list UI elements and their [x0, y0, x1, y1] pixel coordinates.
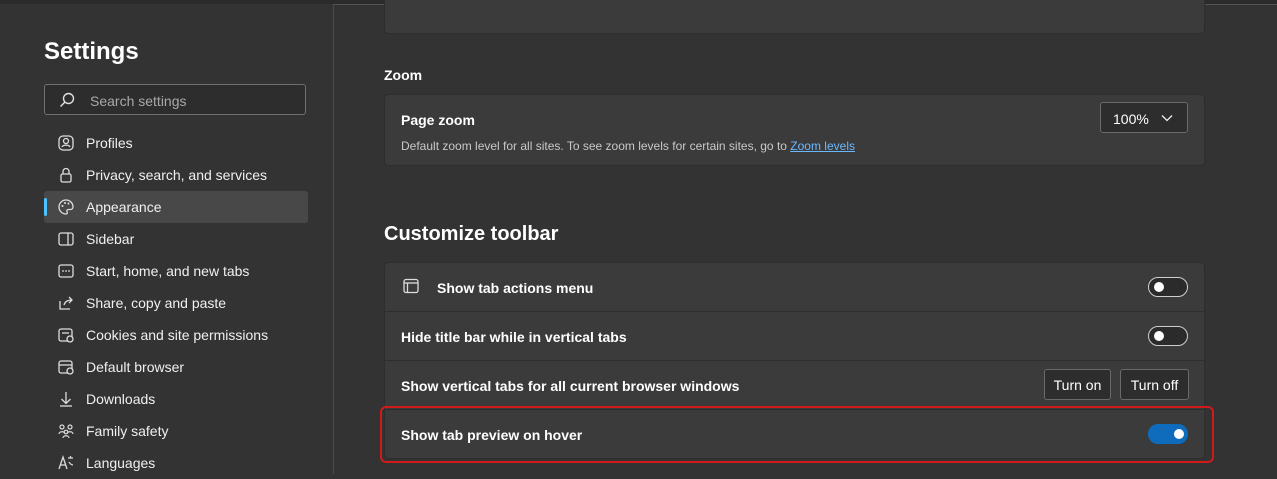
tab-actions-toggle[interactable]: [1148, 277, 1188, 297]
tab-actions-icon: [403, 278, 419, 294]
sidebar-item-default-browser[interactable]: Default browser: [44, 351, 308, 383]
languages-icon: [58, 454, 74, 470]
sidebar-item-family-safety[interactable]: Family safety: [44, 415, 308, 447]
family-icon: [58, 424, 74, 439]
zoom-section-label: Zoom: [384, 67, 423, 83]
sidebar-item-label: Default browser: [86, 359, 185, 375]
turn-on-button[interactable]: Turn on: [1044, 369, 1111, 400]
browser-icon: [58, 360, 74, 375]
sidebar-item-share[interactable]: Share, copy and paste: [44, 287, 308, 319]
sidebar-item-sidebar[interactable]: Sidebar: [44, 223, 308, 255]
hide-title-bar-toggle[interactable]: [1148, 326, 1188, 346]
sidebar-item-label: Downloads: [86, 391, 156, 407]
lock-icon: [60, 167, 72, 183]
cookies-icon: [58, 328, 74, 343]
sidebar-item-privacy[interactable]: Privacy, search, and services: [44, 159, 308, 191]
chevron-down-icon: [1161, 115, 1173, 122]
customize-toolbar-title: Customize toolbar: [384, 223, 559, 245]
hide-title-bar-label: Hide title bar while in vertical tabs: [401, 329, 627, 345]
sidebar-item-label: Start, home, and new tabs: [86, 263, 250, 279]
search-input[interactable]: Search settings: [44, 84, 306, 115]
settings-main: Zoom Page zoom Default zoom level for al…: [334, 0, 1277, 474]
tab-actions-label: Show tab actions menu: [437, 280, 594, 296]
settings-nav: Profiles Privacy, search, and services A…: [44, 127, 308, 479]
palette-icon: [58, 199, 74, 215]
sidebar-item-cookies[interactable]: Cookies and site permissions: [44, 319, 308, 351]
home-tabs-icon: [58, 264, 74, 278]
zoom-levels-link[interactable]: Zoom levels: [790, 139, 855, 153]
download-icon: [60, 392, 72, 407]
previous-card-edge: [384, 0, 1205, 34]
sidebar-item-languages[interactable]: Languages: [44, 447, 308, 479]
sidebar-item-label: Family safety: [86, 423, 169, 439]
sidebar-item-label: Cookies and site permissions: [86, 327, 269, 343]
profile-icon: [58, 135, 74, 151]
sidebar-item-label: Appearance: [86, 199, 162, 215]
sidebar-item-label: Share, copy and paste: [86, 295, 227, 311]
toggle-knob: [1154, 331, 1164, 341]
row-divider: [385, 311, 1204, 312]
toggle-knob: [1154, 282, 1164, 292]
zoom-level-value: 100%: [1113, 111, 1149, 127]
page-zoom-card: Page zoom Default zoom level for all sit…: [384, 94, 1205, 166]
turn-off-button[interactable]: Turn off: [1120, 369, 1189, 400]
sidebar-item-label: Languages: [86, 455, 156, 471]
sidebar-item-downloads[interactable]: Downloads: [44, 383, 308, 415]
zoom-level-dropdown[interactable]: 100%: [1100, 102, 1188, 133]
red-highlight-box: [380, 406, 1214, 463]
sidebar-item-start-home[interactable]: Start, home, and new tabs: [44, 255, 308, 287]
vertical-tabs-label: Show vertical tabs for all current brows…: [401, 378, 740, 394]
sidebar-item-label: Profiles: [86, 135, 133, 151]
search-icon: [60, 92, 75, 107]
settings-title: Settings: [44, 38, 139, 65]
sidebar-item-profiles[interactable]: Profiles: [44, 127, 308, 159]
sidebar-item-label: Privacy, search, and services: [86, 167, 268, 183]
share-icon: [59, 296, 73, 310]
sidebar-item-appearance[interactable]: Appearance: [44, 191, 308, 223]
settings-sidebar: Settings Search settings Profiles Privac…: [0, 4, 334, 474]
sidebar-icon: [58, 232, 74, 246]
search-placeholder: Search settings: [90, 93, 187, 109]
page-zoom-description: Default zoom level for all sites. To see…: [401, 139, 855, 153]
sidebar-item-label: Sidebar: [86, 231, 135, 247]
row-divider: [385, 360, 1204, 361]
page-zoom-title: Page zoom: [401, 112, 475, 128]
